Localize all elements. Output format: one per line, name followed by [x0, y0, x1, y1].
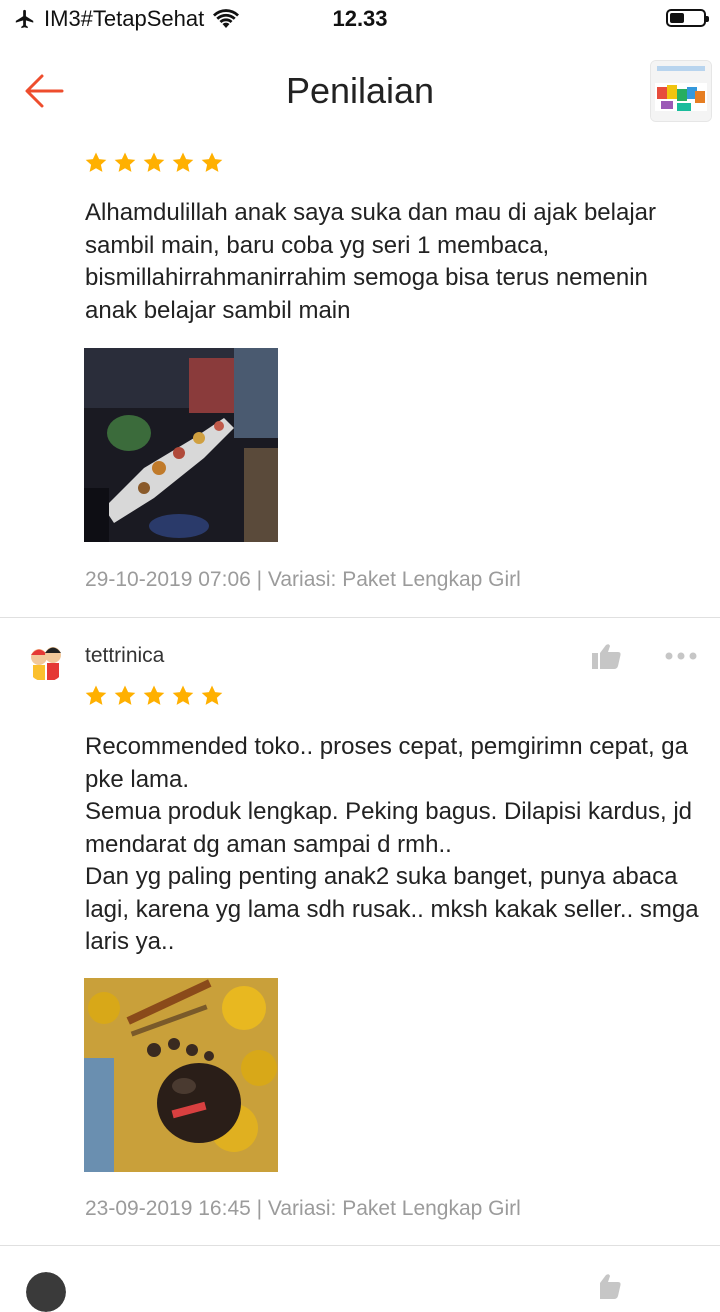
review-photo[interactable]: [84, 978, 278, 1172]
like-button[interactable]: [592, 1272, 626, 1302]
divider: [0, 617, 720, 618]
nav-bar: Penilaian: [0, 52, 720, 132]
review-photo-image: [84, 348, 278, 542]
star-rating: [84, 151, 224, 175]
clock: 12.33: [332, 6, 388, 31]
more-options-button[interactable]: [664, 646, 700, 666]
star-icon: [201, 152, 223, 172]
like-button[interactable]: [592, 642, 626, 672]
product-image: [651, 61, 711, 121]
avatar-image: [26, 1272, 66, 1312]
star-icon: [201, 685, 223, 705]
avatar[interactable]: [26, 1272, 66, 1312]
star-icon: [172, 685, 194, 705]
review-meta: 23-09-2019 16:45 | Variasi: Paket Lengka…: [85, 1197, 521, 1220]
product-thumbnail[interactable]: [650, 60, 712, 122]
thumbs-up-icon: [592, 644, 621, 669]
star-icon: [85, 152, 107, 172]
review-text: Alhamdulillah anak saya suka dan mau di …: [85, 199, 657, 324]
username[interactable]: tettrinica: [85, 644, 164, 668]
status-bar: IM3#TetapSehat 12.33: [0, 0, 720, 40]
review-text: Recommended toko.. proses cepat, pemgiri…: [85, 733, 699, 955]
review-meta: 29-10-2019 07:06 | Variasi: Paket Lengka…: [85, 568, 521, 591]
divider: [0, 1245, 720, 1246]
star-rating: [84, 684, 224, 708]
star-icon: [143, 152, 165, 172]
star-icon: [172, 152, 194, 172]
more-icon: [665, 652, 697, 660]
star-icon: [114, 152, 136, 172]
review-photo-image: [84, 978, 278, 1172]
star-icon: [143, 685, 165, 705]
avatar[interactable]: [26, 642, 66, 682]
battery-icon: [666, 9, 709, 27]
review-photo[interactable]: [84, 348, 278, 542]
page-title: Penilaian: [285, 70, 435, 111]
star-icon: [114, 685, 136, 705]
avatar-image: [26, 642, 66, 682]
thumbs-up-icon: [600, 1274, 621, 1299]
battery-level: [670, 13, 685, 23]
star-icon: [85, 685, 107, 705]
